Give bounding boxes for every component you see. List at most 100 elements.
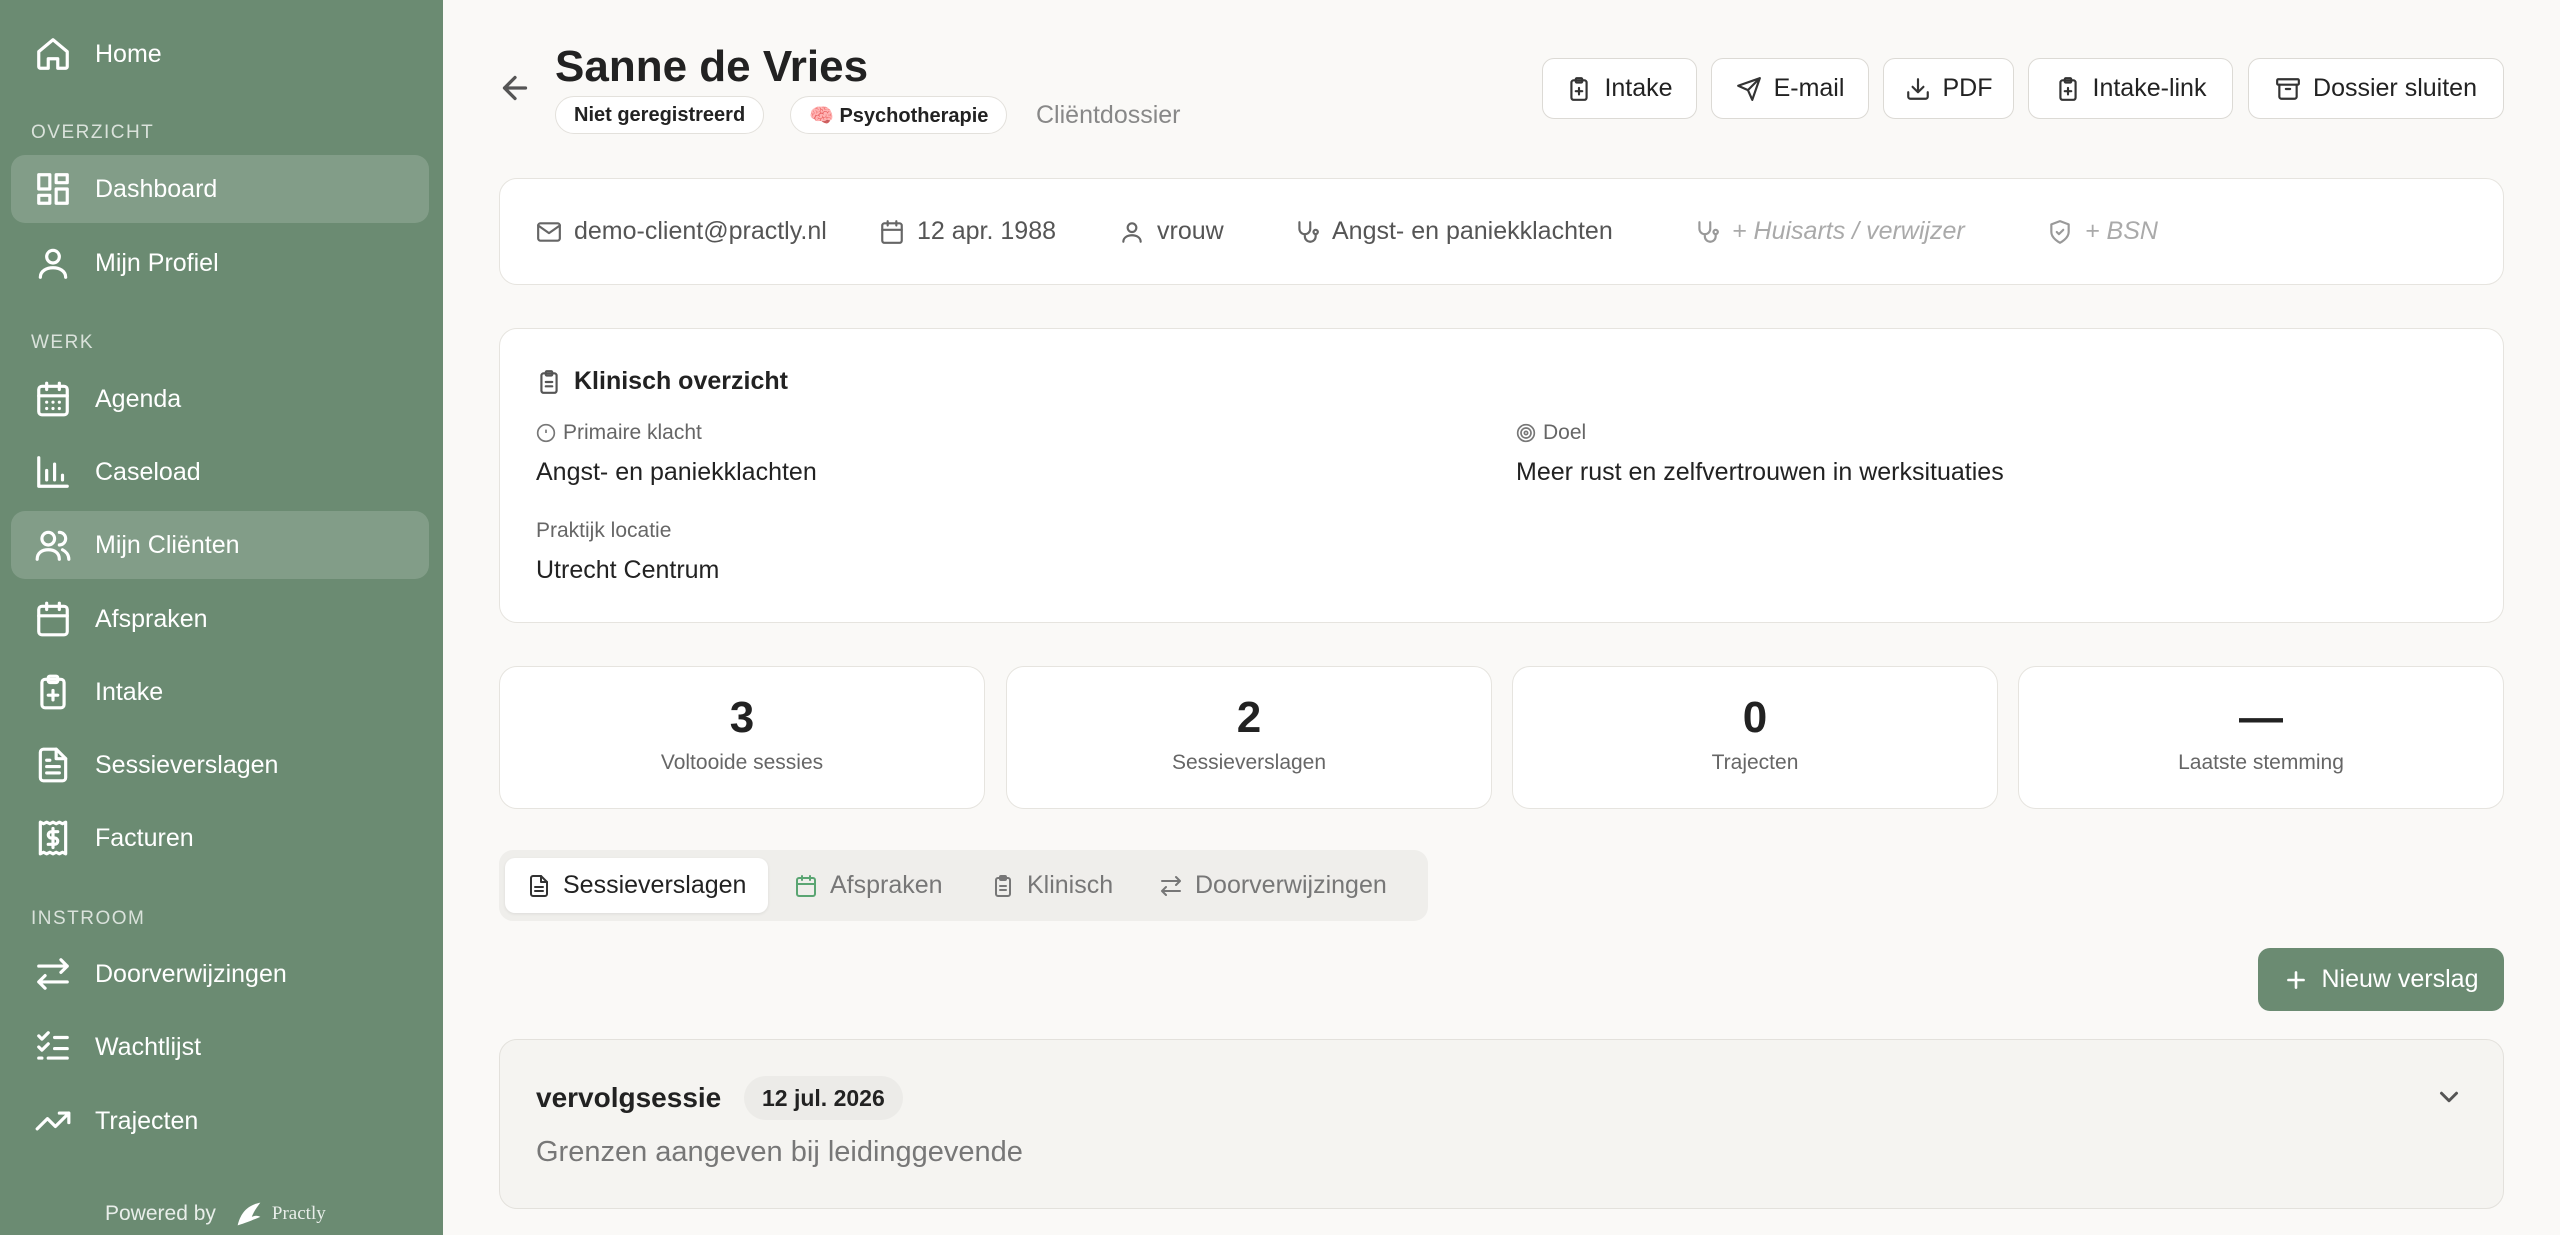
shield-check-icon	[2050, 219, 2070, 244]
tab-clinical[interactable]: Klinisch	[969, 858, 1135, 913]
status-badge: Niet geregistreerd	[555, 96, 765, 134]
stat-label: Voltooide sessies	[660, 751, 824, 774]
trending-up-icon	[33, 1101, 73, 1141]
tab-appointments[interactable]: Afspraken	[772, 858, 965, 913]
archive-icon	[2276, 77, 2300, 100]
add-gp-label: + Huisarts / verwijzer	[1732, 217, 1965, 245]
arrows-left-right-icon	[1161, 875, 1181, 896]
client-gender-value: vrouw	[1157, 217, 1224, 245]
clinical-overview-title-text: Klinisch overzicht	[574, 367, 788, 395]
powered-by-label: Powered by	[105, 1202, 216, 1225]
goal-label-text: Doel	[1543, 421, 1587, 444]
clipboard-plus-icon	[33, 672, 73, 712]
sidebar-item-waitlist[interactable]: Wachtlijst	[11, 1013, 429, 1081]
section-label-overview: OVERZICHT	[31, 122, 155, 143]
stat-value: —	[2239, 693, 2283, 742]
sidebar-item-reports[interactable]: Sessieverslagen	[11, 731, 429, 799]
client-dob-value: 12 apr. 1988	[917, 217, 1057, 245]
user-icon	[1122, 221, 1142, 243]
client-email[interactable]: demo-client@practly.nl	[536, 217, 827, 246]
stat-completed-sessions: 3 Voltooide sessies	[499, 666, 985, 809]
sidebar-item-label: Trajecten	[95, 1106, 199, 1135]
bar-chart-icon	[33, 452, 73, 492]
stat-label: Trajecten	[1711, 751, 1799, 774]
sidebar: Home OVERZICHT Dashboard Mijn Profiel WE…	[0, 0, 443, 1235]
sidebar-item-label: Intake	[95, 677, 164, 706]
sidebar-item-label: Agenda	[95, 384, 182, 413]
download-icon	[1906, 77, 1929, 100]
sidebar-item-label: Afspraken	[95, 604, 208, 633]
user-icon	[33, 243, 73, 283]
client-email-value: demo-client@practly.nl	[574, 217, 827, 245]
sidebar-item-profile[interactable]: Mijn Profiel	[11, 229, 429, 297]
add-bsn-field[interactable]: + BSN	[2047, 217, 2158, 246]
sidebar-item-home[interactable]: Home	[11, 20, 429, 88]
email-button[interactable]: E-mail	[1711, 58, 1869, 119]
stethoscope-icon	[1298, 220, 1319, 243]
tab-session-reports[interactable]: Sessieverslagen	[505, 858, 769, 913]
sidebar-item-agenda[interactable]: Agenda	[11, 365, 429, 433]
intake-button-label: Intake	[1604, 74, 1673, 102]
client-dob: 12 apr. 1988	[879, 217, 1056, 246]
dashboard-icon	[33, 169, 73, 209]
new-report-label: Nieuw verslag	[2321, 965, 2479, 993]
tab-bar: Sessieverslagen Afspraken Klinisch Doorv…	[499, 850, 1428, 921]
pdf-button-label: PDF	[1942, 74, 1993, 102]
stat-label: Laatste stemming	[2178, 751, 2344, 774]
target-icon	[1516, 423, 1536, 443]
client-complaint: Angst- en paniekklachten	[1294, 217, 1613, 246]
close-dossier-button[interactable]: Dossier sluiten	[2248, 58, 2504, 119]
stat-value: 0	[1742, 693, 1768, 742]
sidebar-item-label: Mijn Cliënten	[95, 530, 240, 559]
pdf-button[interactable]: PDF	[1883, 58, 2014, 119]
sidebar-item-label: Caseload	[95, 457, 201, 486]
stat-value: 2	[1236, 693, 1262, 742]
close-dossier-button-label: Dossier sluiten	[2313, 74, 2477, 102]
tab-label: Afspraken	[830, 871, 943, 899]
session-report-card[interactable]	[499, 1039, 2504, 1209]
tab-label: Sessieverslagen	[563, 871, 747, 899]
stat-last-mood: — Laatste stemming	[2018, 666, 2504, 809]
expand-report-button[interactable]	[2434, 1082, 2466, 1114]
client-complaint-value: Angst- en paniekklachten	[1332, 217, 1613, 245]
sidebar-item-label: Sessieverslagen	[95, 750, 279, 779]
sidebar-item-label: Dashboard	[95, 174, 218, 203]
sidebar-item-referrals[interactable]: Doorverwijzingen	[11, 940, 429, 1008]
brand-name: Practly	[271, 1203, 326, 1224]
intake-link-button[interactable]: Intake-link	[2028, 58, 2233, 119]
sidebar-item-invoices[interactable]: Facturen	[11, 804, 429, 872]
sidebar-item-label: Mijn Profiel	[95, 248, 219, 277]
tab-referrals[interactable]: Doorverwijzingen	[1137, 858, 1409, 913]
stat-label: Sessieverslagen	[1171, 751, 1327, 774]
back-button[interactable]	[497, 70, 537, 110]
clipboard-icon	[995, 874, 1011, 897]
sidebar-item-dashboard[interactable]: Dashboard	[11, 155, 429, 223]
sidebar-item-appointments[interactable]: Afspraken	[11, 585, 429, 653]
plus-icon	[2287, 970, 2306, 989]
new-report-button[interactable]: Nieuw verslag	[2258, 948, 2504, 1011]
sidebar-item-clients[interactable]: Mijn Cliënten	[11, 511, 429, 579]
clinical-overview-title: Klinisch overzicht	[536, 367, 788, 396]
sidebar-item-label: Wachtlijst	[95, 1032, 202, 1061]
intake-link-button-label: Intake-link	[2092, 74, 2207, 102]
add-gp-field[interactable]: + Huisarts / verwijzer	[1694, 217, 1965, 246]
send-icon	[1736, 76, 1761, 101]
email-button-label: E-mail	[1773, 74, 1845, 102]
calendar-icon	[881, 219, 903, 244]
primary-complaint-label-text: Primaire klacht	[563, 421, 702, 444]
practly-logo-icon	[237, 1202, 261, 1226]
arrow-left-icon	[502, 75, 528, 101]
therapy-type-badge: 🧠 Psychotherapie	[790, 96, 1008, 134]
receipt-icon	[33, 818, 73, 858]
section-label-work: WERK	[31, 332, 94, 353]
sidebar-item-caseload[interactable]: Caseload	[11, 438, 429, 506]
primary-complaint-value: Angst- en paniekklachten	[536, 458, 817, 486]
arrows-left-right-icon	[33, 954, 73, 994]
client-gender: vrouw	[1119, 217, 1224, 246]
page-title: Sanne de Vries	[555, 42, 869, 91]
sidebar-item-trajectories[interactable]: Trajecten	[11, 1087, 429, 1155]
practly-logo: Practly	[232, 1197, 326, 1231]
intake-button[interactable]: Intake	[1542, 58, 1697, 119]
location-value: Utrecht Centrum	[536, 556, 720, 584]
sidebar-item-intake[interactable]: Intake	[11, 658, 429, 726]
